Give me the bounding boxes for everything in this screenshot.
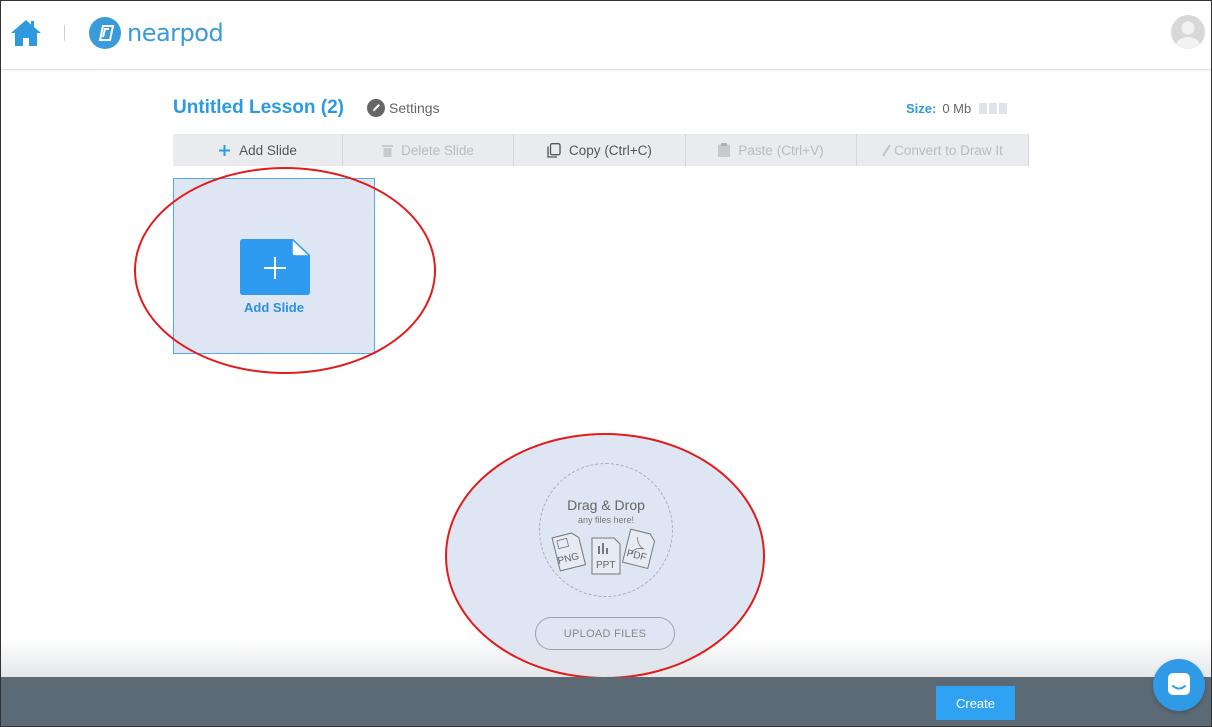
copy-label: Copy (Ctrl+C) — [569, 142, 652, 158]
size-label: Size: — [906, 101, 937, 116]
header-divider — [64, 25, 65, 41]
lesson-size-indicator: Size: 0 Mb — [906, 101, 1009, 116]
copy-button[interactable]: Copy (Ctrl+C) — [514, 134, 686, 166]
add-slide-tile-label: Add Slide — [244, 300, 304, 315]
nearpod-logo-icon — [89, 17, 121, 49]
user-avatar-icon[interactable] — [1171, 15, 1205, 49]
paste-label: Paste (Ctrl+V) — [738, 142, 824, 158]
trash-icon — [382, 144, 394, 157]
chat-support-icon[interactable] — [1153, 659, 1205, 711]
nearpod-logo[interactable]: nearpod — [89, 15, 224, 51]
top-header: nearpod — [1, 1, 1211, 70]
size-meter — [979, 103, 1009, 114]
upload-files-button[interactable]: UPLOAD FILES — [535, 617, 675, 650]
file-types-icon: PNG PDF PPT — [551, 528, 656, 575]
copy-icon — [547, 142, 561, 158]
settings-label: Settings — [389, 100, 440, 116]
slide-toolbar: Add Slide Delete Slide Copy (Ctrl+C) Pas… — [173, 134, 1029, 166]
convert-to-draw-it-button[interactable]: Convert to Draw It — [857, 134, 1029, 166]
add-slide-button[interactable]: Add Slide — [173, 134, 343, 166]
new-slide-icon — [240, 239, 310, 295]
pencil-line-icon — [882, 143, 892, 157]
brand-name: nearpod — [127, 19, 224, 47]
pencil-icon — [367, 99, 385, 117]
home-icon[interactable] — [9, 18, 43, 48]
drop-zone-subtitle: any files here! — [577, 515, 635, 525]
add-slide-tile[interactable]: Add Slide — [173, 178, 375, 354]
footer-bar — [1, 677, 1211, 726]
delete-slide-button[interactable]: Delete Slide — [343, 134, 514, 166]
add-slide-label: Add Slide — [239, 142, 297, 158]
create-button[interactable]: Create — [936, 686, 1015, 720]
lesson-title[interactable]: Untitled Lesson (2) — [173, 97, 344, 119]
delete-slide-label: Delete Slide — [401, 142, 474, 158]
settings-link[interactable]: Settings — [367, 99, 440, 117]
convert-label: Convert to Draw It — [894, 142, 1003, 158]
paste-button[interactable]: Paste (Ctrl+V) — [686, 134, 857, 166]
drop-zone-title: Drag & Drop — [567, 497, 645, 513]
plus-icon — [218, 144, 231, 157]
file-type-ppt: PPT — [596, 560, 615, 571]
app-window: nearpod Untitled Lesson (2) Settings Siz… — [0, 0, 1212, 727]
clipboard-icon — [718, 143, 731, 157]
size-value: 0 Mb — [942, 101, 972, 116]
